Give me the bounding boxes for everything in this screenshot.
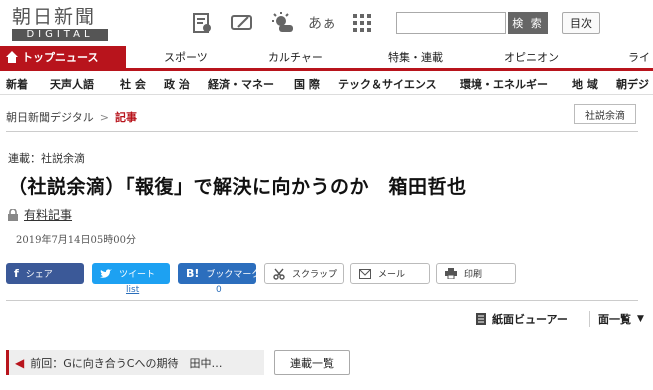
- subnav-tenseijingo[interactable]: 天声人語: [50, 76, 94, 92]
- font-size-icon[interactable]: あぁ: [308, 10, 336, 36]
- nav-life[interactable]: ライ: [628, 46, 650, 68]
- breadcrumb-current: 記事: [115, 111, 137, 124]
- hatena-bookmark-button[interactable]: B! ブックマーク: [178, 263, 260, 284]
- nav-top-news[interactable]: トップニュース: [0, 46, 126, 68]
- caret-down-icon: ▼: [637, 314, 644, 324]
- site-header: 朝日新聞 DIGITAL あぁ 検 索 目次: [0, 0, 653, 46]
- hatena-icon: B!: [186, 267, 200, 280]
- mail-label: メール: [378, 270, 406, 280]
- hatena-count[interactable]: 0: [216, 285, 222, 295]
- weather-icon[interactable]: [268, 10, 296, 36]
- page-list-label: 面一覧: [598, 313, 631, 326]
- subnav-new[interactable]: 新着: [6, 76, 28, 92]
- logo-text: 朝日新聞: [12, 6, 97, 28]
- scrap-label: スクラップ: [292, 270, 338, 280]
- header-icons: あぁ: [188, 10, 388, 36]
- main-nav: トップニュース スポーツ カルチャー 特集・連載 オピニオン ライ: [0, 46, 653, 71]
- subnav-economy[interactable]: 経済・マネー: [208, 76, 274, 92]
- nav-opinion[interactable]: オピニオン: [504, 46, 559, 68]
- category-tag[interactable]: 社説余滴: [574, 104, 636, 124]
- subnav-politics[interactable]: 政 治: [164, 76, 190, 92]
- bookmark-label: ブックマーク: [206, 270, 261, 280]
- twitter-icon: [100, 268, 112, 278]
- share-label: シェア: [25, 270, 53, 280]
- nav-sports[interactable]: スポーツ: [164, 46, 208, 68]
- facebook-icon: f: [14, 267, 19, 280]
- divider: [6, 300, 638, 301]
- lock-icon: [8, 208, 18, 221]
- home-icon: [6, 51, 18, 63]
- subnav-asahi-digi[interactable]: 朝デジ: [616, 76, 649, 92]
- search-input[interactable]: [396, 12, 506, 34]
- subnav-region[interactable]: 地 域: [572, 76, 598, 92]
- clip-icon[interactable]: [228, 10, 256, 36]
- viewer-label: 紙面ビューアー: [492, 313, 568, 326]
- twitter-count-link[interactable]: list: [126, 285, 139, 295]
- mail-button[interactable]: メール: [350, 263, 430, 284]
- nav-culture[interactable]: カルチャー: [268, 46, 323, 68]
- search-button[interactable]: 検 索: [508, 12, 548, 34]
- publish-date: 2019年7月14日05時00分: [16, 235, 136, 246]
- mail-icon: [359, 268, 371, 279]
- scrap-button[interactable]: スクラップ: [264, 263, 344, 284]
- scissors-icon: [273, 268, 285, 280]
- menu-grid-icon[interactable]: [348, 10, 376, 36]
- paid-badge: 有料記事: [8, 206, 72, 223]
- paid-label[interactable]: 有料記事: [24, 206, 72, 223]
- series-label: 連載：社説余滴: [8, 152, 85, 165]
- sub-nav: 新着 天声人語 社 会 政 治 経済・マネー 国 際 テック＆サイエンス 環境・…: [0, 71, 653, 95]
- facebook-share-button[interactable]: f シェア: [6, 263, 84, 284]
- page-list-dropdown[interactable]: 面一覧 ▼: [589, 311, 644, 327]
- site-logo[interactable]: 朝日新聞 DIGITAL: [12, 6, 122, 41]
- article-title: （社説余滴）「報復」で解決に向かうのか 箱田哲也: [8, 176, 467, 198]
- breadcrumb-separator: >: [99, 111, 109, 124]
- paper-icon: [476, 313, 486, 325]
- subnav-society[interactable]: 社 会: [120, 76, 146, 92]
- paper-viewer-icon[interactable]: [188, 10, 216, 36]
- subnav-tech[interactable]: テック＆サイエンス: [338, 76, 437, 92]
- print-label: 印刷: [464, 270, 483, 280]
- logo-subtext: DIGITAL: [12, 29, 108, 41]
- series-list-button[interactable]: 連載一覧: [274, 350, 350, 375]
- subnav-international[interactable]: 国 際: [294, 76, 320, 92]
- breadcrumb: 朝日新聞デジタル > 記事: [6, 109, 137, 125]
- print-button[interactable]: 印刷: [436, 263, 516, 284]
- printer-icon: [445, 268, 457, 279]
- chevron-left-icon: ◀: [15, 355, 25, 370]
- nav-features[interactable]: 特集・連載: [388, 46, 443, 68]
- twitter-share-button[interactable]: ツイート: [92, 263, 170, 284]
- paper-viewer-link[interactable]: 紙面ビューアー: [476, 311, 568, 327]
- previous-article-link[interactable]: ◀ 前回：Gに向き合うCへの期待 田中…: [6, 350, 264, 375]
- previous-article-label: 前回：Gに向き合うCへの期待 田中…: [30, 356, 223, 370]
- subnav-environment[interactable]: 環境・エネルギー: [460, 76, 548, 92]
- tweet-label: ツイート: [119, 270, 156, 280]
- divider: [6, 131, 638, 132]
- toc-button[interactable]: 目次: [562, 12, 600, 34]
- nav-label: トップニュース: [22, 51, 99, 64]
- breadcrumb-home[interactable]: 朝日新聞デジタル: [6, 111, 94, 124]
